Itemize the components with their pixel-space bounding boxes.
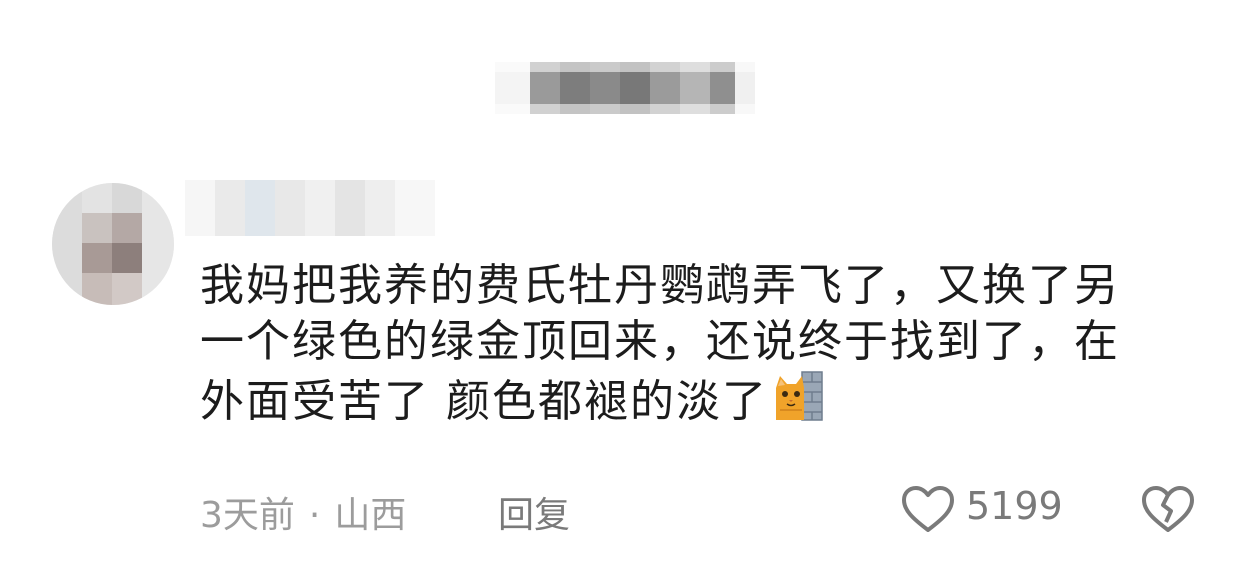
ip-location: 山西 (334, 495, 407, 536)
comment-text: 我妈把我养的费氏牡丹鹦鹉弄飞了，又换了另 一个绿色的绿金顶回来，还说终于找到了，… (200, 258, 1210, 430)
like-count: 5199 (966, 484, 1063, 528)
comment-line: 一个绿色的绿金顶回来，还说终于找到了，在 (200, 316, 1120, 367)
meta-separator: · (308, 495, 321, 536)
post-time: 3天前 (200, 495, 295, 536)
censored-username[interactable] (185, 180, 435, 236)
comment-line: 我妈把我养的费氏牡丹鹦鹉弄飞了，又换了另 (200, 260, 1120, 311)
comment-screenshot: 我妈把我养的费氏牡丹鹦鹉弄飞了，又换了另 一个绿色的绿金顶回来，还说终于找到了，… (0, 0, 1260, 577)
user-avatar[interactable] (52, 183, 174, 305)
heart-outline-icon[interactable] (900, 484, 956, 534)
censored-title (495, 62, 755, 114)
comment-line: 外面受苦了 颜色都褪的淡了 (200, 370, 1210, 430)
comment-line-text: 外面受苦了 颜色都褪的淡了 (200, 376, 768, 427)
broken-heart-icon[interactable] (1140, 484, 1196, 534)
comment-meta: 3天前 · 山西 (200, 486, 406, 538)
reply-button[interactable]: 回复 (498, 486, 570, 538)
cat-behind-wall-emoji (776, 371, 823, 421)
